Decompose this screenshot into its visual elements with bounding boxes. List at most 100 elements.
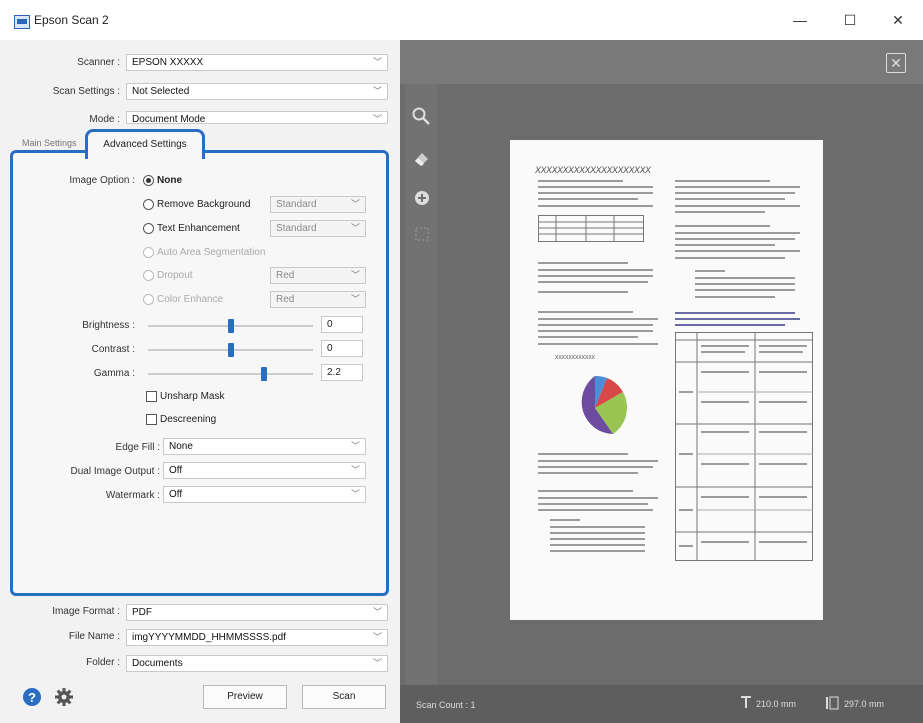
- mode-select[interactable]: Document Mode ﹀: [126, 111, 388, 124]
- descreening-checkbox[interactable]: [146, 414, 157, 425]
- chevron-down-icon: ﹀: [350, 270, 360, 280]
- contrast-label: Contrast :: [91, 344, 135, 355]
- color-enhance-label: Color Enhance: [157, 294, 224, 305]
- gamma-slider-thumb[interactable]: [260, 367, 267, 381]
- height-icon: [826, 696, 839, 710]
- eraser-icon[interactable]: [411, 149, 431, 169]
- small-table: [538, 215, 644, 242]
- brightness-value[interactable]: 0: [321, 316, 363, 333]
- file-name-value: imgYYYYMMDD_HHMMSSSS.pdf: [132, 632, 286, 643]
- width-value: 210.0 mm: [756, 699, 797, 709]
- chevron-down-icon: ﹀: [350, 223, 360, 233]
- image-format-select[interactable]: PDF ﹀: [126, 604, 388, 621]
- gamma-label: Gamma :: [93, 368, 135, 379]
- scanned-document-preview: XXXXXXXXXXXXXXXXXXXXX XXXXXXXXXXXX: [510, 140, 823, 620]
- watermark-label: Watermark :: [105, 490, 160, 501]
- height-value: 297.0 mm: [844, 699, 885, 709]
- close-window-button[interactable]: ✕: [883, 10, 913, 30]
- radio-none[interactable]: [143, 175, 154, 186]
- pie-chart-image: [581, 375, 628, 434]
- brightness-slider-thumb[interactable]: [227, 319, 234, 333]
- unsharp-mask-checkbox[interactable]: [146, 391, 157, 402]
- contrast-value[interactable]: 0: [321, 340, 363, 357]
- contrast-slider[interactable]: [148, 343, 313, 357]
- dropout-select[interactable]: Red ﹀: [270, 267, 366, 284]
- chevron-down-icon: ﹀: [372, 86, 382, 96]
- watermark-select[interactable]: Off ﹀: [163, 486, 366, 503]
- dual-image-output-label: Dual Image Output :: [70, 466, 161, 477]
- chevron-down-icon: ﹀: [350, 294, 360, 304]
- svg-text:?: ?: [28, 690, 36, 705]
- file-name-label: File Name :: [68, 631, 120, 642]
- tab-advanced-settings[interactable]: Advanced Settings: [85, 129, 205, 159]
- scan-button[interactable]: Scan: [302, 685, 386, 709]
- close-preview-button[interactable]: ✕: [886, 53, 906, 73]
- chevron-down-icon: ﹀: [350, 465, 360, 475]
- scan-count: Scan Count : 1: [416, 700, 476, 710]
- scan-settings-value: Not Selected: [132, 86, 190, 97]
- radio-color-enhance[interactable]: [143, 294, 154, 305]
- scanner-select[interactable]: EPSON XXXXX ﹀: [126, 54, 388, 71]
- text-enhancement-label: Text Enhancement: [157, 223, 240, 234]
- folder-value: Documents: [132, 658, 183, 669]
- text-enhancement-select[interactable]: Standard ﹀: [270, 220, 366, 237]
- edge-fill-select[interactable]: None ﹀: [163, 438, 366, 455]
- file-name-select[interactable]: imgYYYYMMDD_HHMMSSSS.pdf ﹀: [126, 629, 388, 646]
- window-title: Epson Scan 2: [34, 13, 109, 27]
- gamma-value[interactable]: 2.2: [321, 364, 363, 381]
- crop-icon[interactable]: [413, 225, 431, 243]
- radio-remove-background[interactable]: [143, 199, 154, 210]
- maximize-button[interactable]: ☐: [835, 10, 865, 30]
- gear-icon[interactable]: [54, 687, 74, 707]
- image-format-label: Image Format :: [52, 606, 120, 617]
- remove-background-value: Standard: [276, 199, 317, 210]
- magnifier-icon[interactable]: [411, 106, 431, 126]
- contrast-slider-thumb[interactable]: [227, 343, 234, 357]
- add-icon[interactable]: [414, 190, 430, 206]
- remove-background-label: Remove Background: [157, 199, 251, 210]
- radio-auto-area-segmentation[interactable]: [143, 247, 154, 258]
- mode-value: Document Mode: [132, 114, 206, 124]
- text-enhancement-value: Standard: [276, 223, 317, 234]
- radio-text-enhancement[interactable]: [143, 223, 154, 234]
- image-option-label: Image Option :: [69, 175, 135, 186]
- none-label: None: [157, 175, 182, 186]
- dropout-value: Red: [276, 270, 295, 281]
- chevron-down-icon: ﹀: [372, 607, 382, 617]
- chevron-down-icon: ﹀: [372, 114, 382, 124]
- brightness-slider[interactable]: [148, 319, 313, 333]
- scan-settings-select[interactable]: Not Selected ﹀: [126, 83, 388, 100]
- chevron-down-icon: ﹀: [372, 632, 382, 642]
- radio-dropout[interactable]: [143, 270, 154, 281]
- dual-image-output-select[interactable]: Off ﹀: [163, 462, 366, 479]
- remove-background-select[interactable]: Standard ﹀: [270, 196, 366, 213]
- status-bar: Scan Count : 1 210.0 mm 297.0 mm: [400, 685, 923, 723]
- color-enhance-select[interactable]: Red ﹀: [270, 291, 366, 308]
- dual-image-output-value: Off: [169, 465, 183, 476]
- pie-title: XXXXXXXXXXXX: [555, 355, 596, 361]
- edge-fill-label: Edge Fill :: [115, 442, 160, 453]
- unsharp-mask-label: Unsharp Mask: [160, 391, 225, 402]
- descreening-label: Descreening: [160, 414, 217, 425]
- chevron-down-icon: ﹀: [372, 57, 382, 67]
- preview-button[interactable]: Preview: [203, 685, 287, 709]
- gamma-slider[interactable]: [148, 367, 313, 381]
- scanner-value: EPSON XXXXX: [132, 57, 204, 68]
- preview-header: [400, 40, 923, 84]
- edge-fill-value: None: [169, 441, 193, 452]
- app-icon: [14, 15, 30, 29]
- chevron-down-icon: ﹀: [350, 441, 360, 451]
- document-heading: XXXXXXXXXXXXXXXXXXXXX: [535, 165, 651, 175]
- title-bar: Epson Scan 2 — ☐ ✕: [0, 0, 923, 40]
- tab-main-settings[interactable]: Main Settings: [22, 138, 82, 148]
- scanner-label: Scanner :: [77, 57, 120, 68]
- scan-settings-label: Scan Settings :: [52, 86, 120, 97]
- watermark-value: Off: [169, 489, 183, 500]
- folder-select[interactable]: Documents ﹀: [126, 655, 388, 672]
- brightness-label: Brightness :: [82, 320, 135, 331]
- minimize-button[interactable]: —: [785, 10, 815, 30]
- help-icon[interactable]: ?: [22, 687, 42, 707]
- width-icon: [741, 696, 751, 708]
- preview-toolbar: [405, 84, 437, 694]
- chevron-down-icon: ﹀: [350, 199, 360, 209]
